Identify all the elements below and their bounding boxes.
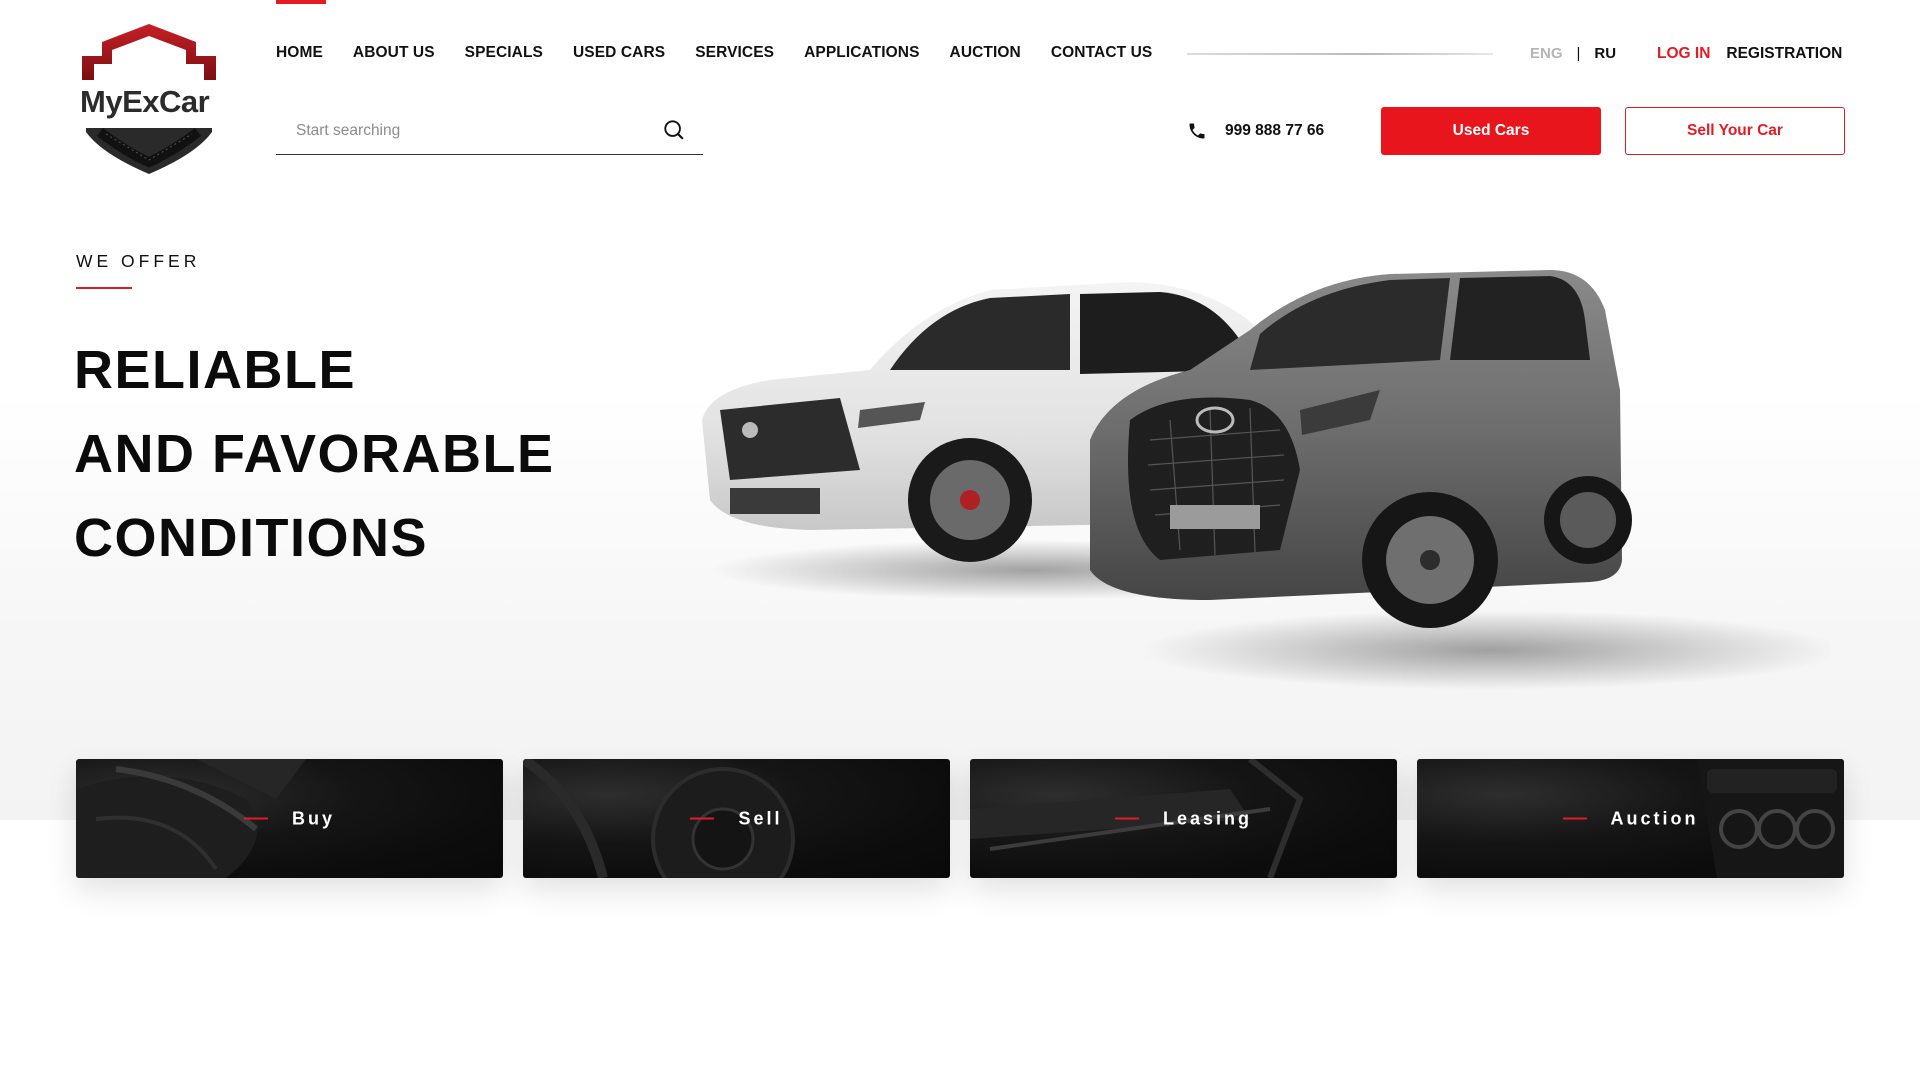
- nav-home[interactable]: HOME: [276, 0, 326, 62]
- hero-cars-image: [702, 270, 1830, 690]
- card-sell-label: Sell: [523, 808, 950, 829]
- nav-about-us[interactable]: ABOUT US: [353, 44, 435, 62]
- card-dash: [243, 817, 268, 820]
- service-cards: Buy Sell Leasing Auction: [76, 759, 1844, 878]
- login-link[interactable]: LOG IN: [1657, 45, 1710, 63]
- card-leasing-label: Leasing: [970, 808, 1397, 829]
- nav-specials[interactable]: SPECIALS: [465, 44, 543, 62]
- phone-number: 999 888 77 66: [1225, 122, 1325, 139]
- phone-contact[interactable]: 999 888 77 66: [1187, 121, 1324, 141]
- nav-services[interactable]: SERVICES: [695, 44, 774, 62]
- search-bar: [276, 113, 703, 155]
- lang-ru[interactable]: RU: [1594, 45, 1616, 62]
- card-dash: [1562, 817, 1587, 820]
- nav-used-cars[interactable]: USED CARS: [573, 44, 665, 62]
- card-dash: [690, 817, 715, 820]
- card-sell[interactable]: Sell: [523, 759, 950, 878]
- lang-separator: |: [1576, 45, 1581, 62]
- auth-links: LOG IN REGISTRATION: [1657, 45, 1842, 63]
- card-buy[interactable]: Buy: [76, 759, 503, 878]
- card-sell-text: Sell: [738, 808, 783, 828]
- nav-divider: [1187, 53, 1493, 55]
- sell-your-car-button[interactable]: Sell Your Car: [1625, 107, 1845, 155]
- used-cars-button[interactable]: Used Cars: [1381, 107, 1601, 155]
- headline-line-3: CONDITIONS: [74, 508, 429, 568]
- registration-link[interactable]: REGISTRATION: [1726, 45, 1842, 63]
- search-icon[interactable]: [663, 119, 685, 141]
- eyebrow-underline: [76, 287, 132, 289]
- headline-line-1: RELIABLE: [74, 340, 356, 400]
- card-auction[interactable]: Auction: [1417, 759, 1844, 878]
- nav-contact-us[interactable]: CONTACT US: [1051, 44, 1152, 62]
- search-input[interactable]: [276, 113, 636, 149]
- card-buy-text: Buy: [291, 808, 335, 828]
- hero-eyebrow: WE OFFER: [76, 251, 201, 271]
- headline-line-2: AND FAVORABLE: [74, 424, 555, 484]
- card-buy-label: Buy: [76, 808, 503, 829]
- language-switcher: ENG | RU: [1530, 45, 1616, 62]
- logo-text: MyExCar: [80, 84, 210, 119]
- card-dash: [1114, 817, 1139, 820]
- nav-auction[interactable]: AUCTION: [950, 44, 1021, 62]
- hero-headline: RELIABLE AND FAVORABLE CONDITIONS: [74, 328, 555, 580]
- lang-eng[interactable]: ENG: [1530, 45, 1563, 62]
- card-auction-text: Auction: [1610, 808, 1699, 828]
- card-leasing-text: Leasing: [1162, 808, 1253, 828]
- card-auction-label: Auction: [1417, 808, 1844, 829]
- phone-icon: [1189, 123, 1205, 139]
- logo[interactable]: MyExCar: [76, 22, 222, 176]
- nav-applications[interactable]: APPLICATIONS: [804, 44, 919, 62]
- card-leasing[interactable]: Leasing: [970, 759, 1397, 878]
- main-nav: HOME ABOUT US SPECIALS USED CARS SERVICE…: [276, 0, 1182, 62]
